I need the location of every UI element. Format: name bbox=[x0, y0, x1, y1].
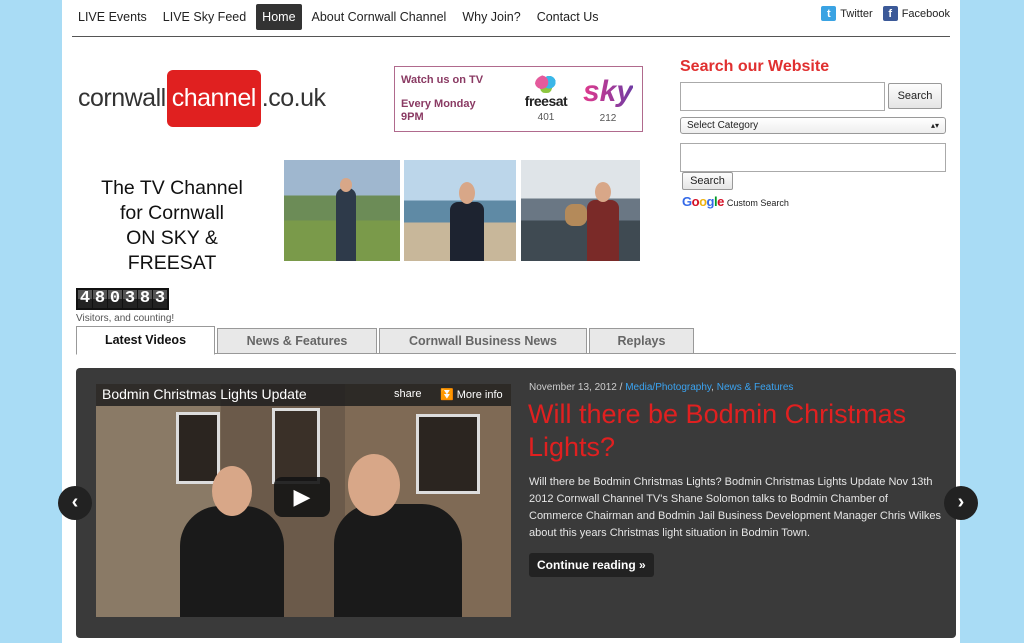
interviewer-figure bbox=[180, 506, 284, 617]
person-head bbox=[459, 182, 475, 204]
nav-why-join[interactable]: Why Join? bbox=[456, 4, 526, 30]
interviewee-head bbox=[348, 454, 400, 516]
post-headline[interactable]: Will there be Bodmin Christmas Lights? bbox=[528, 398, 948, 464]
tagline-line-2: for Cornwall bbox=[119, 202, 225, 224]
main-nav: LIVE Events LIVE Sky Feed Home About Cor… bbox=[72, 3, 609, 30]
freesat-channel: 401 bbox=[537, 112, 555, 123]
sky-label: sky bbox=[583, 75, 634, 108]
watch-title: Watch us on TV bbox=[401, 74, 484, 86]
google-branding: Google Custom Search bbox=[682, 194, 789, 209]
watch-on-tv-banner[interactable]: Watch us on TV Every Monday 9PM freesat … bbox=[394, 66, 643, 132]
nav-live-sky-feed[interactable]: LIVE Sky Feed bbox=[157, 4, 252, 30]
nav-contact[interactable]: Contact Us bbox=[531, 4, 605, 30]
tab-news-features[interactable]: News & Features bbox=[217, 328, 377, 354]
sky-channel: 212 bbox=[599, 113, 617, 124]
freesat-icon bbox=[535, 75, 557, 93]
google-search-button[interactable]: Search bbox=[682, 172, 733, 190]
header-photo-cameraman bbox=[284, 160, 400, 261]
freesat-label: freesat bbox=[524, 93, 568, 109]
video-player[interactable]: Bodmin Christmas Lights Update share ⏬ M… bbox=[96, 384, 511, 617]
social-links: t Twitter f Facebook bbox=[821, 6, 950, 21]
nav-live-events[interactable]: LIVE Events bbox=[72, 4, 153, 30]
category-media-photography[interactable]: Media/Photography bbox=[625, 382, 711, 393]
person-head bbox=[595, 182, 611, 202]
counter-digit: 3 bbox=[123, 289, 137, 308]
search-title: Search our Website bbox=[680, 58, 830, 75]
nav-home[interactable]: Home bbox=[256, 3, 302, 30]
site-logo[interactable]: cornwall channel .co.uk bbox=[78, 67, 326, 129]
interviewer-head bbox=[212, 466, 252, 516]
header-photo-dog bbox=[521, 160, 640, 261]
chevron-left-icon[interactable]: ‹ bbox=[58, 486, 92, 520]
search-button[interactable]: Search bbox=[888, 83, 942, 109]
nav-divider bbox=[72, 36, 950, 37]
sky-logo: sky 212 bbox=[583, 75, 634, 125]
google-caption: Custom Search bbox=[726, 198, 789, 208]
content-tabs: Latest Videos News & Features Cornwall B… bbox=[76, 326, 956, 355]
tab-cornwall-business-news[interactable]: Cornwall Business News bbox=[379, 328, 587, 354]
watch-schedule: Every Monday 9PM bbox=[401, 98, 476, 123]
post-date: November 13, 2012 bbox=[529, 382, 617, 393]
logo-text-post: .co.uk bbox=[261, 83, 326, 112]
play-icon[interactable]: ▶ bbox=[274, 477, 330, 517]
visitor-counter-caption: Visitors, and counting! bbox=[76, 313, 175, 324]
category-news-features[interactable]: News & Features bbox=[717, 382, 794, 393]
nav-about[interactable]: About Cornwall Channel bbox=[306, 4, 453, 30]
building-window bbox=[176, 412, 220, 484]
select-arrows-icon: ▴▾ bbox=[930, 121, 939, 130]
counter-digit: 8 bbox=[93, 289, 107, 308]
tab-replays[interactable]: Replays bbox=[589, 328, 694, 354]
freesat-logo: freesat 401 bbox=[521, 75, 571, 123]
page: LIVE Events LIVE Sky Feed Home About Cor… bbox=[62, 0, 960, 643]
person-head bbox=[340, 178, 352, 192]
building-door bbox=[272, 408, 320, 484]
video-share-button[interactable]: share bbox=[394, 388, 422, 400]
more-info-icon: ⏬ bbox=[440, 389, 454, 401]
featured-slider: Bodmin Christmas Lights Update share ⏬ M… bbox=[76, 368, 956, 638]
dog-figure bbox=[565, 204, 587, 226]
counter-digit: 0 bbox=[108, 289, 122, 308]
category-select[interactable]: Select Category ▴▾ bbox=[680, 117, 946, 134]
twitter-icon[interactable]: t bbox=[821, 6, 837, 21]
tab-latest-videos[interactable]: Latest Videos bbox=[76, 326, 215, 355]
tagline-line-1: The TV Channel bbox=[101, 177, 243, 199]
twitter-link[interactable]: Twitter bbox=[840, 8, 872, 20]
counter-digit: 3 bbox=[153, 289, 167, 308]
counter-digit: 4 bbox=[78, 289, 92, 308]
logo-text-mid: channel bbox=[166, 69, 261, 127]
category-select-value: Select Category bbox=[687, 120, 759, 131]
logo-text-pre: cornwall bbox=[78, 83, 166, 112]
chevron-right-icon[interactable]: › bbox=[944, 486, 978, 520]
google-logo-icon: Google bbox=[682, 194, 724, 209]
header-photo-harbour bbox=[404, 160, 516, 261]
interviewee-figure bbox=[334, 504, 462, 617]
video-title-bar: Bodmin Christmas Lights Update share ⏬ M… bbox=[96, 384, 511, 406]
tagline: The TV Channel for Cornwall ON SKY & FRE… bbox=[82, 176, 262, 276]
visitor-counter: 480383 bbox=[76, 288, 169, 310]
search-input[interactable] bbox=[680, 82, 885, 111]
continue-reading-button[interactable]: Continue reading » bbox=[529, 553, 654, 577]
google-search-input[interactable] bbox=[680, 143, 946, 172]
video-more-info-button[interactable]: ⏬ More info bbox=[440, 388, 503, 401]
tagline-line-3: ON SKY & FREESAT bbox=[126, 227, 218, 274]
person-figure bbox=[587, 200, 619, 261]
building-window bbox=[416, 414, 480, 494]
person-figure bbox=[450, 202, 484, 261]
facebook-icon[interactable]: f bbox=[882, 6, 898, 21]
person-figure bbox=[336, 188, 356, 261]
more-info-label: More info bbox=[456, 389, 503, 401]
video-title: Bodmin Christmas Lights Update bbox=[102, 386, 307, 402]
post-meta: November 13, 2012 / Media/Photography, N… bbox=[529, 382, 794, 393]
counter-digit: 8 bbox=[138, 289, 152, 308]
facebook-link[interactable]: Facebook bbox=[902, 8, 950, 20]
post-meta-separator: / bbox=[616, 382, 626, 393]
post-excerpt: Will there be Bodmin Christmas Lights? B… bbox=[529, 476, 942, 539]
